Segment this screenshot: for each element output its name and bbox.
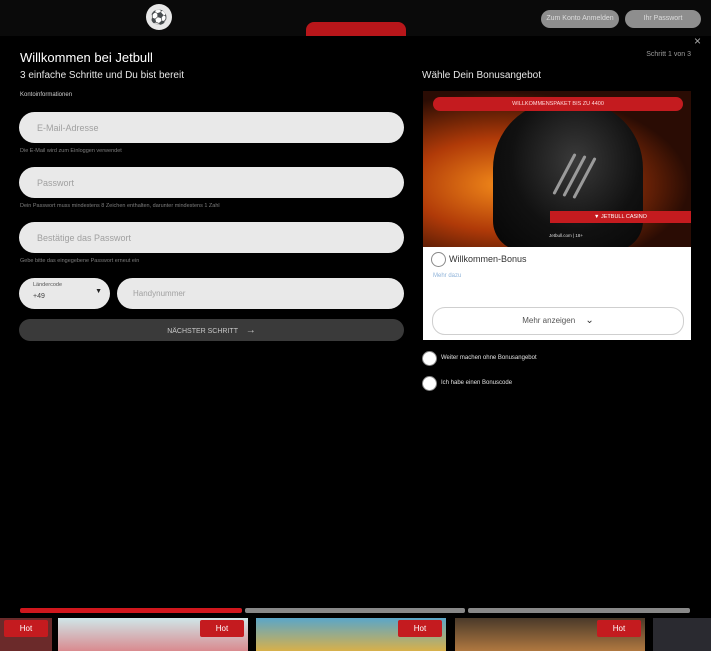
top-bar: ⚽ Zum Konto Anmelden Ihr Passwort [0,0,711,36]
confirm-password-field[interactable] [19,222,404,253]
hot-badge: Hot [398,620,442,637]
chevron-down-icon: ⌄ [585,315,594,326]
next-step-label: NÄCHSTER SCHRITT [167,328,238,335]
game-thumbnail[interactable]: Hot [0,618,52,651]
login-button[interactable]: Zum Konto Anmelden [541,10,619,28]
hot-badge: Hot [597,620,641,637]
bonus-banner-image: WILLKOMMENSPAKET BIS ZU 4400 ▼ JETBULL C… [423,91,691,247]
bonus-heading: Wähle Dein Bonusangebot [422,70,541,81]
modal-title: Willkommen bei Jetbull [20,50,153,65]
close-icon[interactable]: × [694,34,701,48]
confirm-password-hint: Gebe bitte das eingegebene Passwort erne… [20,258,140,264]
password-hint: Dein Passwort muss mindestens 8 Zeichen … [20,203,220,209]
show-more-button[interactable]: Mehr anzeigen ⌄ [432,307,684,335]
game-thumbnail[interactable]: Hot [58,618,248,651]
game-thumbnail[interactable] [653,618,711,651]
bonus-card[interactable]: WILLKOMMENSPAKET BIS ZU 4400 ▼ JETBULL C… [423,91,691,340]
jetbull-logo-icon[interactable]: ⚽ [146,4,172,30]
hot-badge: Hot [4,620,48,637]
bonus-name: Willkommen-Bonus [449,254,527,264]
country-code-value: +49 [33,293,45,300]
arrow-right-icon: → [245,325,256,336]
no-bonus-label: Weiter machen ohne Bonusangebot [441,355,537,361]
password-input[interactable] [19,167,404,198]
phone-input[interactable] [117,278,404,309]
step-indicator: Schritt 1 von 3 [646,51,691,58]
banner-headline: WILLKOMMENSPAKET BIS ZU 4400 [433,97,683,111]
account-info-label: Kontoinformationen [20,92,73,98]
carousel-progress[interactable] [468,608,690,613]
hooded-figure-image [493,101,643,247]
next-step-button[interactable]: NÄCHSTER SCHRITT → [19,319,404,341]
password-field[interactable] [19,167,404,198]
carousel-progress-active[interactable] [20,608,242,613]
header-accent-tab [306,22,406,36]
country-code-select[interactable]: Ländercode +49 ▼ [19,278,110,309]
registration-modal: × Schritt 1 von 3 Willkommen bei Jetbull… [0,34,711,606]
password-button[interactable]: Ihr Passwort [625,10,701,28]
hot-badge: Hot [200,620,244,637]
game-thumbnail[interactable]: Hot [455,618,645,651]
banner-brand: ▼ JETBULL CASINO [550,211,691,223]
modal-subtitle: 3 einfache Schritte und Du bist bereit [20,70,184,81]
caret-down-icon: ▼ [95,288,102,295]
email-field[interactable] [19,112,404,143]
country-code-label: Ländercode [33,282,63,288]
confirm-password-input[interactable] [19,222,404,253]
bonus-code-label: Ich habe einen Bonuscode [441,380,513,386]
email-input[interactable] [19,112,404,143]
banner-fineprint: Jetbull.com | 18+ [548,233,583,238]
welcome-bonus-radio[interactable] [431,252,446,267]
show-more-label: Mehr anzeigen [522,316,576,325]
no-bonus-radio[interactable] [422,351,437,366]
phone-field[interactable] [117,278,404,309]
game-thumbnail[interactable]: Hot [256,618,446,651]
email-hint: Die E-Mail wird zum Einloggen verwendet [20,148,122,154]
bonus-details-link[interactable]: Mehr dazu [433,273,461,279]
carousel-progress[interactable] [245,608,465,613]
bonus-code-radio[interactable] [422,376,437,391]
